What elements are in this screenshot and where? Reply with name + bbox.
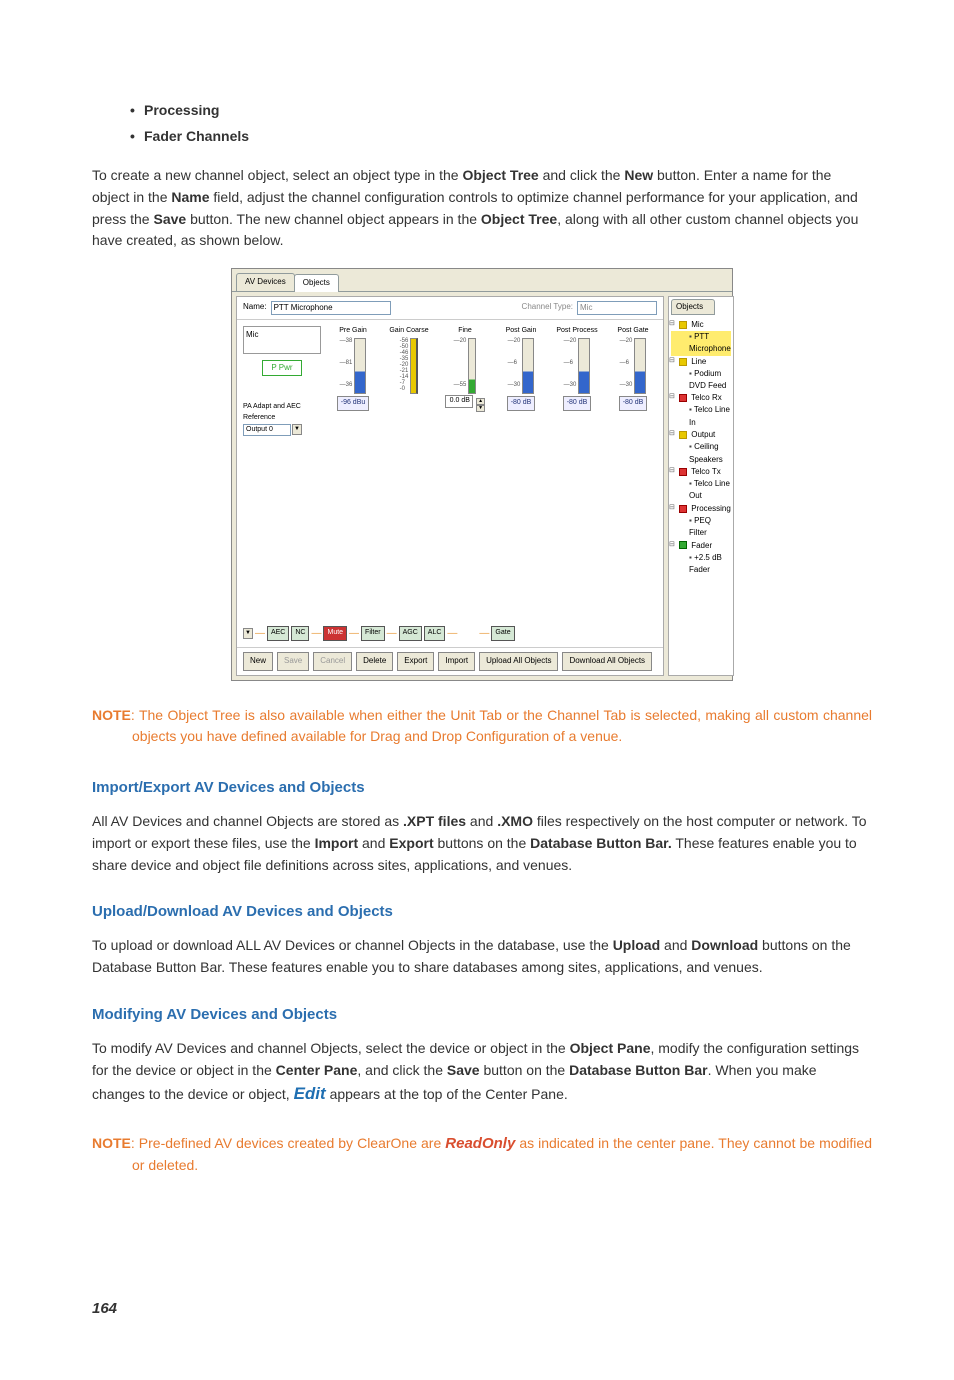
tree-leaf[interactable]: ▪ PEQ Filter (671, 515, 731, 540)
dropdown-icon[interactable]: ▼ (292, 424, 302, 435)
chain-filter[interactable]: Filter (361, 626, 385, 642)
bullet-item: Fader Channels (144, 126, 872, 148)
channel-type-label: Channel Type: (522, 301, 573, 313)
note-2: NOTE: Pre-defined AV devices created by … (92, 1132, 872, 1177)
note-1: NOTE: The Object Tree is also available … (92, 705, 872, 748)
folder-icon (679, 468, 687, 476)
tree-node[interactable]: Processing (671, 503, 731, 515)
post-gate-meter: Post Gate —20—6—30 -80 dB (609, 326, 657, 412)
chain-aec[interactable]: AEC (267, 626, 289, 642)
spinner-up-icon: ▲ (476, 398, 485, 405)
bullet-list: Processing Fader Channels (92, 100, 872, 147)
fine-slider[interactable] (468, 338, 476, 394)
post-process-readout[interactable]: -80 dB (563, 396, 592, 411)
tree-node[interactable]: Telco Rx (671, 392, 731, 404)
item-icon: ▪ (689, 332, 692, 341)
tab-objects[interactable]: Objects (294, 274, 339, 291)
new-button[interactable]: New (243, 652, 273, 670)
name-field[interactable] (271, 301, 391, 315)
gain-coarse-slider[interactable] (410, 338, 418, 394)
intro-paragraph: To create a new channel object, select a… (92, 165, 872, 252)
page-number: 164 (92, 1297, 872, 1320)
pa-output-select[interactable] (243, 424, 291, 436)
folder-icon (679, 358, 687, 366)
pa-ref-label: PA Adapt and AEC Reference (243, 402, 321, 424)
save-button[interactable]: Save (277, 652, 309, 670)
tree-node[interactable]: Line (671, 356, 731, 368)
item-icon: ▪ (689, 442, 692, 451)
tree-leaf[interactable]: ▪ +2.5 dB Fader (671, 552, 731, 577)
chain-gate[interactable]: Gate (491, 626, 514, 642)
name-label: Name: (243, 301, 267, 313)
chain-alc[interactable]: ALC (424, 626, 446, 642)
item-icon: ▪ (689, 369, 692, 378)
channel-type-field[interactable] (577, 301, 657, 315)
heading-upload-download: Upload/Download AV Devices and Objects (92, 900, 872, 923)
tree-leaf[interactable]: ▪ Telco Line Out (671, 478, 731, 503)
pre-gain-meter: Pre Gain —38—81—36 -96 dBu (329, 326, 377, 412)
folder-icon (679, 394, 687, 402)
download-all-button[interactable]: Download All Objects (562, 652, 652, 670)
tree-node[interactable]: Fader (671, 540, 731, 552)
item-icon: ▪ (689, 516, 692, 525)
chain-nc[interactable]: NC (291, 626, 309, 642)
post-gate-readout[interactable]: -80 dB (619, 396, 648, 411)
modifying-paragraph: To modify AV Devices and channel Objects… (92, 1038, 872, 1108)
item-icon: ▪ (689, 479, 692, 488)
object-tree: Objects Mic▪ PTT Microphone Line▪ Podium… (668, 296, 734, 676)
signal-chain: ▼ — AEC NC — Mute — Filter — AGC ALC — —… (237, 624, 663, 648)
tree-leaf[interactable]: ▪ Ceiling Speakers (671, 441, 731, 466)
export-button[interactable]: Export (397, 652, 434, 670)
fine-meter: Fine —20—55 0.0 dB ▲▼ (441, 326, 489, 413)
post-gain-meter: Post Gain —20—6—30 -80 dB (497, 326, 545, 412)
readonly-callout: ReadOnly (445, 1135, 515, 1152)
upload-all-button[interactable]: Upload All Objects (479, 652, 558, 670)
edit-callout: Edit (294, 1084, 326, 1103)
item-icon: ▪ (689, 405, 692, 414)
heading-import-export: Import/Export AV Devices and Objects (92, 776, 872, 799)
gain-coarse-meter: Gain Coarse -56 -50 -46 -35 -20 -21 -14 … (385, 326, 433, 395)
fine-value[interactable]: 0.0 dB (445, 395, 473, 408)
delete-button[interactable]: Delete (356, 652, 393, 670)
import-export-paragraph: All AV Devices and channel Objects are s… (92, 811, 872, 876)
post-process-meter: Post Process —20—6—30 -80 dB (553, 326, 601, 412)
chain-agc[interactable]: AGC (399, 626, 422, 642)
tree-node[interactable]: Telco Tx (671, 466, 731, 478)
tree-leaf[interactable]: ▪ PTT Microphone (671, 331, 731, 356)
item-icon: ▪ (689, 553, 692, 562)
mic-box: Mic (243, 326, 321, 354)
folder-icon (679, 505, 687, 513)
bullet-item: Processing (144, 100, 872, 122)
cancel-button[interactable]: Cancel (313, 652, 352, 670)
tree-node[interactable]: Mic (671, 319, 731, 331)
upload-download-paragraph: To upload or download ALL AV Devices or … (92, 935, 872, 978)
post-gain-readout[interactable]: -80 dB (507, 396, 536, 411)
folder-icon (679, 321, 687, 329)
tree-leaf[interactable]: ▪ Telco Line In (671, 404, 731, 429)
folder-icon (679, 541, 687, 549)
folder-icon (679, 431, 687, 439)
tree-node[interactable]: Output (671, 429, 731, 441)
tree-tab[interactable]: Objects (671, 299, 715, 315)
database-button-bar: New Save Cancel Delete Export Import Upl… (237, 647, 663, 674)
spinner-down-icon: ▼ (476, 405, 485, 412)
chain-mute[interactable]: Mute (323, 626, 347, 642)
dropdown-icon[interactable]: ▼ (243, 628, 253, 639)
tab-av-devices[interactable]: AV Devices (236, 273, 295, 290)
tree-leaf[interactable]: ▪ Podium DVD Feed (671, 368, 731, 393)
import-button[interactable]: Import (438, 652, 475, 670)
fine-spinner[interactable]: ▲▼ (476, 398, 485, 412)
pre-gain-readout[interactable]: -96 dBu (337, 396, 370, 411)
center-pane: Name: Channel Type: Mic P Pwr PA Adapt a… (236, 296, 664, 676)
embedded-screenshot: AV Devices Objects Name: Channel Type: M… (231, 268, 733, 680)
heading-modifying: Modifying AV Devices and Objects (92, 1003, 872, 1026)
ppwr-button[interactable]: P Pwr (262, 360, 302, 376)
